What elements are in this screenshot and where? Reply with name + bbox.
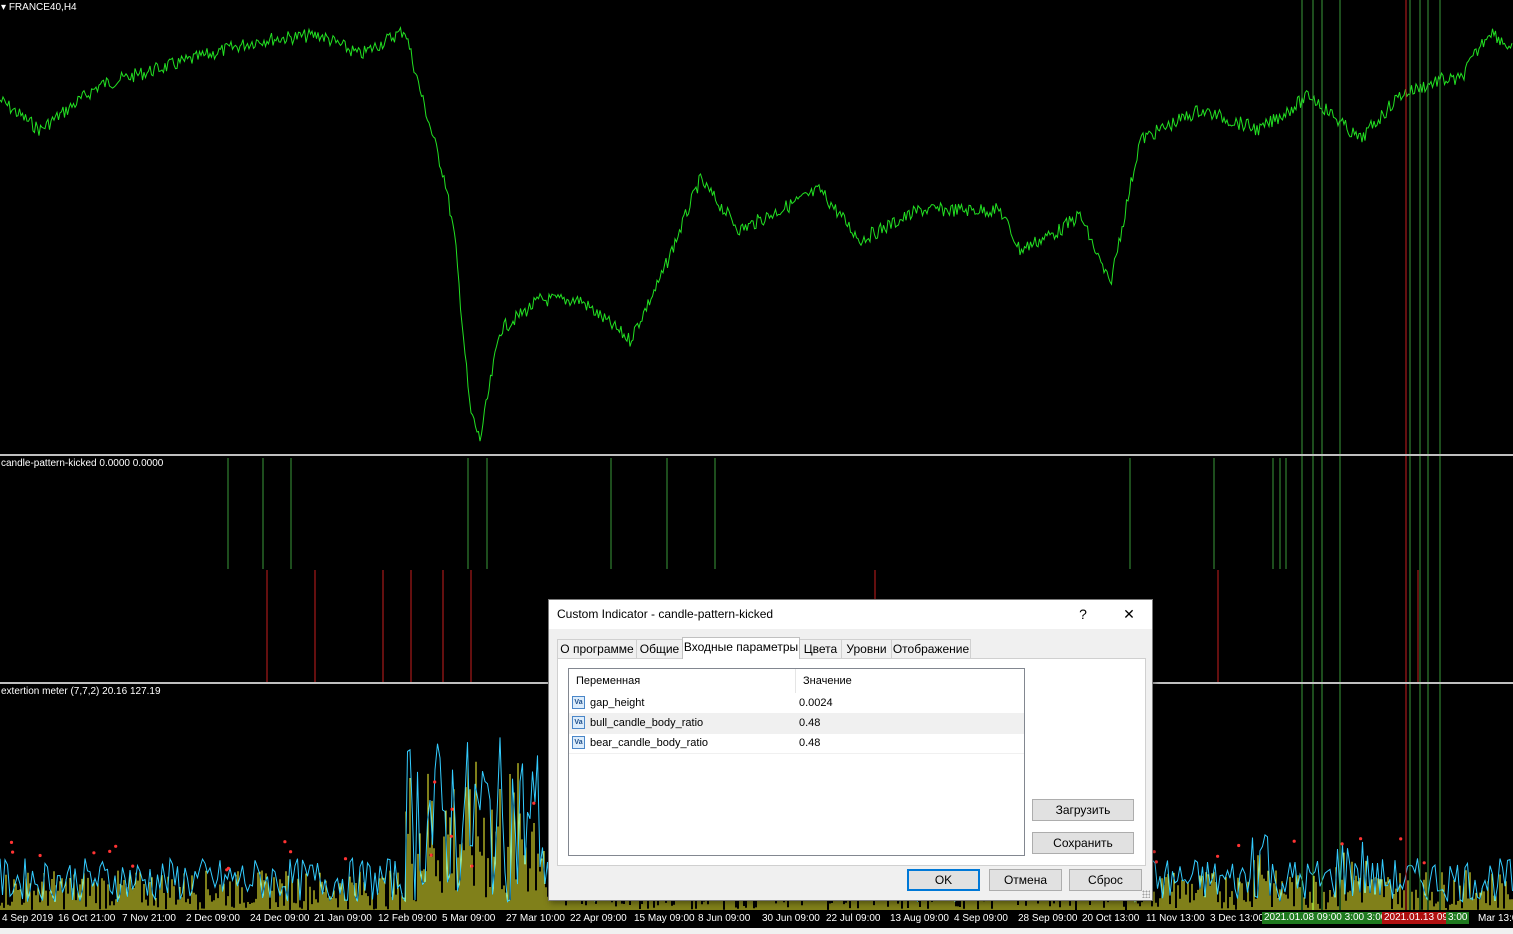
price-chart bbox=[0, 0, 1513, 454]
tab-levels[interactable]: Уровни bbox=[841, 639, 892, 658]
time-label: 4 Sep 2019 bbox=[2, 913, 54, 924]
variable-icon: Va bbox=[572, 716, 585, 729]
column-header-variable[interactable]: Переменная bbox=[569, 669, 795, 693]
time-label: 8 Jun 09:00 bbox=[698, 913, 751, 924]
time-axis: 4 Sep 2019 16 Oct 21:00 7 Nov 21:00 2 De… bbox=[0, 910, 1513, 928]
time-label: 5 Mar 09:00 bbox=[442, 913, 496, 924]
meter-peak-marker bbox=[9, 840, 14, 844]
meter-peak-marker bbox=[38, 853, 42, 858]
variable-icon: Va bbox=[572, 736, 585, 749]
symbol-label: ▾ FRANCE40,H4 bbox=[1, 2, 77, 13]
time-label: 22 Apr 09:00 bbox=[570, 913, 627, 924]
parameter-value[interactable]: 0.0024 bbox=[799, 693, 833, 713]
time-label: 13 Aug 09:00 bbox=[890, 913, 949, 924]
time-label: 4 Sep 09:00 bbox=[954, 913, 1008, 924]
tab-about[interactable]: О программе bbox=[557, 639, 637, 658]
meter-peak-marker bbox=[283, 840, 287, 844]
time-label: 22 Jul 09:00 bbox=[826, 913, 881, 924]
time-label: 11 Nov 13:00 bbox=[1146, 913, 1205, 924]
time-label: 21 Jan 09:00 bbox=[314, 913, 372, 924]
meter-peak-marker bbox=[532, 801, 536, 805]
meter-peak-marker bbox=[1422, 861, 1426, 865]
parameter-name: bull_candle_body_ratio bbox=[590, 717, 704, 729]
column-header-value[interactable]: Значение bbox=[796, 669, 1024, 693]
meter-peak-marker bbox=[1340, 842, 1344, 846]
tab-visualization[interactable]: Отображение bbox=[891, 639, 971, 658]
meter-peak-marker bbox=[1399, 837, 1403, 841]
dialog-titlebar[interactable]: Custom Indicator - candle-pattern-kicked… bbox=[549, 600, 1152, 629]
price-series-line bbox=[0, 26, 1513, 442]
meter-peak-marker bbox=[470, 864, 474, 868]
meter-peak-marker bbox=[433, 780, 437, 784]
ok-button[interactable]: OK bbox=[907, 869, 980, 891]
price-chart-pane[interactable]: ▾ FRANCE40,H4 bbox=[0, 0, 1513, 454]
time-label: 20 Oct 13:00 bbox=[1082, 913, 1140, 924]
time-label: 30 Jun 09:00 bbox=[762, 913, 820, 924]
resize-grip-icon[interactable] bbox=[1142, 890, 1150, 898]
load-button[interactable]: Загрузить bbox=[1032, 799, 1134, 821]
meter-peak-marker bbox=[1154, 860, 1158, 864]
time-label: 27 Mar 10:00 bbox=[506, 913, 565, 924]
dialog-title: Custom Indicator - candle-pattern-kicked bbox=[557, 607, 774, 621]
parameter-value[interactable]: 0.48 bbox=[799, 713, 820, 733]
time-label: 7 Nov 21:00 bbox=[122, 913, 176, 924]
time-label: 28 Sep 09:00 bbox=[1018, 913, 1078, 924]
meter-peak-marker bbox=[343, 857, 348, 861]
meter-peak-marker bbox=[114, 844, 118, 848]
parameter-row[interactable]: Va gap_height 0.0024 bbox=[569, 693, 1024, 714]
time-label: Mar 13:00 bbox=[1478, 913, 1513, 924]
highlight-time-label-bull: 3:00 bbox=[1446, 912, 1470, 924]
save-button[interactable]: Сохранить bbox=[1032, 832, 1134, 854]
inputs-tab-panel: Переменная Значение Va gap_height 0.0024… bbox=[557, 658, 1146, 866]
reset-button[interactable]: Сброс bbox=[1069, 869, 1142, 891]
meter-peak-marker bbox=[449, 834, 453, 838]
time-label: 2 Dec 09:00 bbox=[186, 913, 240, 924]
time-label: 15 May 09:00 bbox=[634, 913, 695, 924]
meter-peak-marker bbox=[92, 851, 96, 855]
parameter-name: bear_candle_body_ratio bbox=[590, 737, 709, 749]
chart-menu-triangle-icon[interactable]: ▾ bbox=[1, 2, 6, 13]
meter-peak-marker bbox=[11, 850, 15, 854]
meter-peak-marker bbox=[1237, 843, 1241, 848]
meter-peak-marker bbox=[1152, 850, 1156, 854]
parameters-grid: Переменная Значение Va gap_height 0.0024… bbox=[568, 668, 1025, 856]
meter-peak-marker bbox=[289, 850, 293, 854]
extertion-meter-label: extertion meter (7,7,2) 20.16 127.19 bbox=[1, 686, 161, 697]
meter-peak-marker bbox=[450, 807, 454, 811]
cancel-button[interactable]: Отмена bbox=[989, 869, 1062, 891]
parameter-row[interactable]: Va bear_candle_body_ratio 0.48 bbox=[569, 733, 1024, 754]
meter-peak-marker bbox=[108, 849, 112, 853]
tab-colors[interactable]: Цвета bbox=[799, 639, 842, 658]
meter-peak-marker bbox=[1216, 854, 1220, 858]
meter-peak-marker bbox=[1359, 837, 1363, 841]
time-label: 3 Dec 13:00 bbox=[1210, 913, 1264, 924]
meter-peak-marker bbox=[1292, 839, 1296, 843]
parameter-row[interactable]: Va bull_candle_body_ratio 0.48 bbox=[569, 713, 1024, 734]
custom-indicator-dialog: Custom Indicator - candle-pattern-kicked… bbox=[548, 599, 1153, 901]
help-button[interactable]: ? bbox=[1061, 600, 1105, 629]
time-label: 16 Oct 21:00 bbox=[58, 913, 116, 924]
meter-peak-marker bbox=[429, 853, 433, 857]
kicked-indicator-label: candle-pattern-kicked 0.0000 0.0000 bbox=[1, 458, 164, 469]
tab-common[interactable]: Общие bbox=[636, 639, 683, 658]
tab-inputs[interactable]: Входные параметры bbox=[682, 637, 800, 659]
parameter-value[interactable]: 0.48 bbox=[799, 733, 820, 753]
meter-peak-marker bbox=[131, 864, 135, 868]
variable-icon: Va bbox=[572, 696, 585, 709]
parameter-name: gap_height bbox=[590, 697, 645, 709]
close-button[interactable]: ✕ bbox=[1107, 600, 1151, 629]
highlight-time-label-bull: 2021.01.08 09:00 3:00 3:00 bbox=[1262, 912, 1389, 924]
meter-peak-marker bbox=[226, 866, 230, 870]
time-label: 24 Dec 09:00 bbox=[250, 913, 310, 924]
status-strip bbox=[0, 928, 1513, 934]
time-label: 12 Feb 09:00 bbox=[378, 913, 437, 924]
